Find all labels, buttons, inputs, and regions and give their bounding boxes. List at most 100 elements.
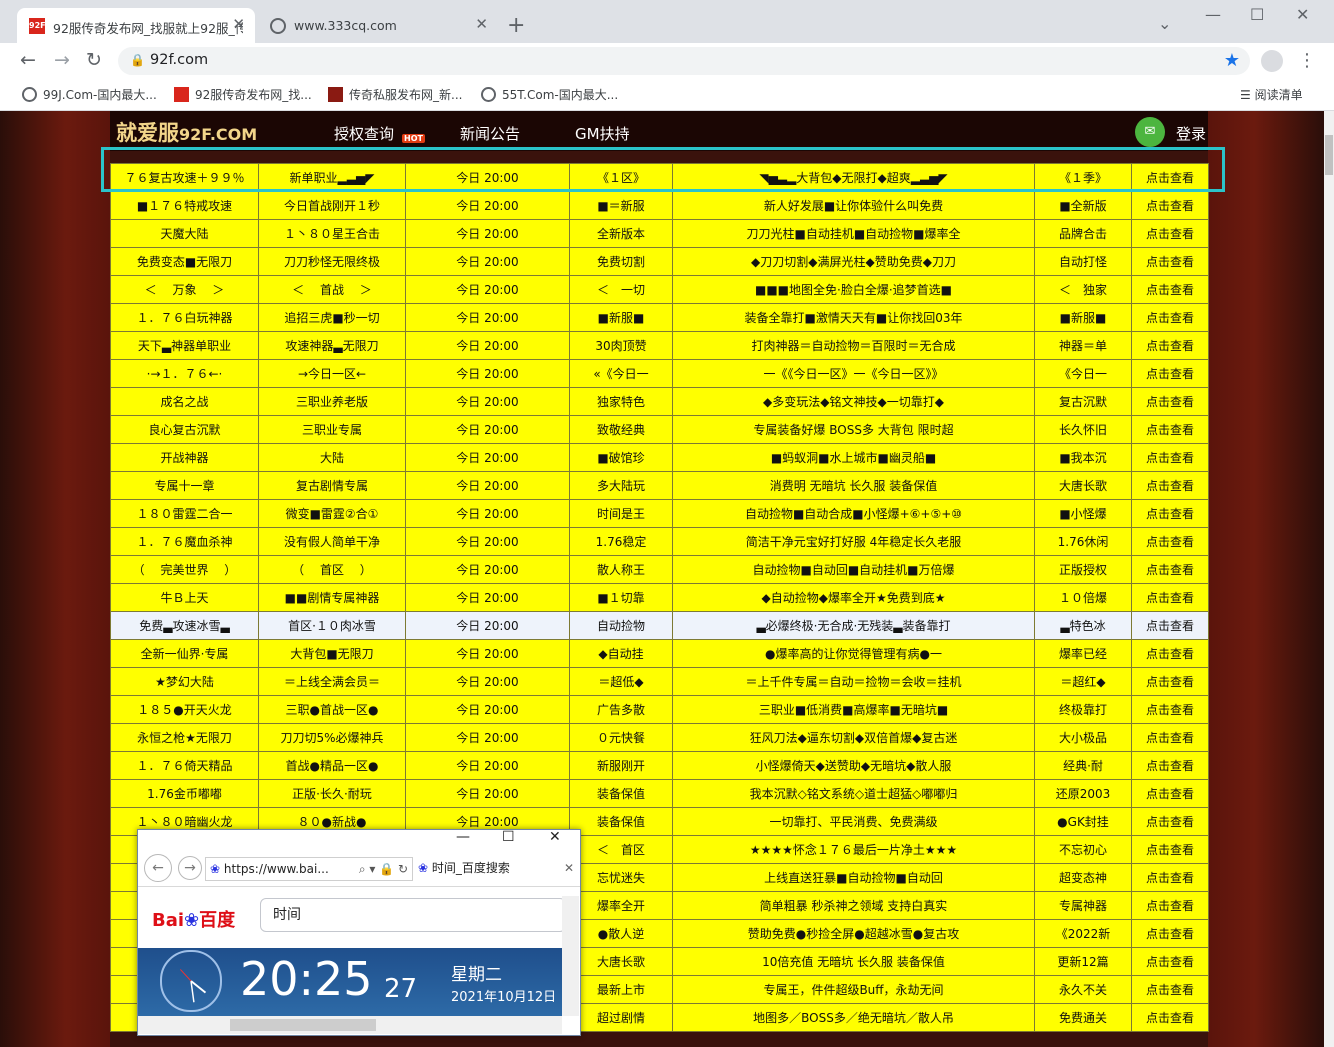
view-link[interactable]: 点击查看 (1131, 499, 1209, 528)
maximize-button[interactable]: ☐ (502, 829, 515, 845)
view-link[interactable]: 点击查看 (1131, 527, 1209, 556)
view-link[interactable]: 点击查看 (1131, 415, 1209, 444)
view-link[interactable]: 点击查看 (1131, 191, 1209, 220)
baidu-logo-left: Bai (152, 910, 185, 931)
view-link[interactable]: 点击查看 (1131, 667, 1209, 696)
view-link[interactable]: 点击查看 (1131, 919, 1209, 948)
view-link[interactable]: 点击查看 (1131, 863, 1209, 892)
nav-gm-support[interactable]: GM扶持 (575, 123, 630, 144)
view-link[interactable]: 点击查看 (1131, 611, 1209, 640)
ie-scrollbar-thumb[interactable] (230, 1019, 376, 1031)
view-link[interactable]: 点击查看 (1131, 331, 1209, 360)
view-link[interactable]: 点击查看 (1131, 639, 1209, 668)
open-time: 今日 20:00 (405, 751, 570, 780)
page-scrollbar[interactable] (1324, 111, 1334, 1047)
view-link[interactable]: 点击查看 (1131, 779, 1209, 808)
window-close-button[interactable]: ✕ (549, 829, 561, 845)
menu-kebab-icon[interactable]: ⋮ (1298, 50, 1316, 71)
view-link[interactable]: 点击查看 (1131, 443, 1209, 472)
tab-333cq[interactable]: www.333cq.com ✕ (258, 8, 498, 43)
back-arrow-icon[interactable]: ← (20, 49, 36, 71)
open-time: 今日 20:00 (405, 667, 570, 696)
view-link[interactable]: 点击查看 (1131, 807, 1209, 836)
tab-92f[interactable]: 92F 92服传奇发布网_找服就上92服_传奇 ✕ (17, 8, 255, 43)
server-slogan: 三职业养老版 (258, 387, 406, 416)
new-tab-button[interactable]: + (507, 13, 525, 38)
maximize-button[interactable]: ☐ (1250, 5, 1264, 24)
view-link[interactable]: 点击查看 (1131, 247, 1209, 276)
ie-vertical-scrollbar[interactable] (562, 896, 579, 1016)
window-close-button[interactable]: ✕ (1296, 5, 1309, 24)
logo-text: 就爱服 (116, 121, 179, 145)
baidu-search-input[interactable]: 时间 (260, 898, 566, 932)
server-zone: ＜ 一切 (569, 275, 673, 304)
view-link[interactable]: 点击查看 (1131, 723, 1209, 752)
nav-license-query[interactable]: 授权查询 (334, 123, 394, 144)
server-season: 神器＝单 (1034, 331, 1132, 360)
view-link[interactable]: 点击查看 (1131, 471, 1209, 500)
view-link[interactable]: 点击查看 (1131, 219, 1209, 248)
reading-list-button[interactable]: ☰ 阅读清单 (1240, 86, 1303, 103)
minimize-button[interactable]: — (456, 829, 470, 845)
forward-arrow-icon[interactable]: → (54, 49, 70, 71)
tab-label: www.333cq.com (294, 18, 397, 33)
reload-icon[interactable]: ↻ (86, 49, 102, 71)
bookmark-item[interactable]: 99J.Com-国内最大... (22, 86, 157, 103)
table-row: 专属十一章 复古剧情专属 今日 20:00 多大陆玩 消费明 无暗坑 长久服 装备保值大… (110, 471, 1209, 500)
view-link[interactable]: 点击查看 (1131, 359, 1209, 388)
view-link[interactable]: 点击查看 (1131, 387, 1209, 416)
server-name: ■１７６特戒攻速 (110, 191, 259, 220)
view-link[interactable]: 点击查看 (1131, 1003, 1209, 1032)
server-season: 免费通关 (1034, 1003, 1132, 1032)
view-link[interactable]: 点击查看 (1131, 947, 1209, 976)
view-link[interactable]: 点击查看 (1131, 275, 1209, 304)
ie-horizontal-scrollbar[interactable] (138, 1016, 562, 1034)
view-link[interactable]: 点击查看 (1131, 583, 1209, 612)
back-arrow-icon[interactable]: ← (144, 854, 172, 882)
search-icon[interactable]: ⌕ ▾ 🔒 ↻ (359, 858, 408, 880)
server-zone: «《今日一 (569, 359, 673, 388)
profile-avatar[interactable] (1261, 50, 1283, 72)
minimize-button[interactable]: — (1205, 5, 1221, 24)
view-link[interactable]: 点击查看 (1131, 555, 1209, 584)
time-widget: 20:25 27 星期二 2021年10月12日 (138, 948, 562, 1016)
server-season: 品牌合击 (1034, 219, 1132, 248)
page-scrollbar-thumb[interactable] (1325, 135, 1333, 175)
close-icon[interactable]: ✕ (475, 15, 488, 33)
server-features: 自动捡物■自动回■自动挂机■万倍爆 (672, 555, 1035, 584)
ie-address-bar[interactable]: ❀ https://www.bai... ⌕ ▾ 🔒 ↻ (205, 857, 413, 881)
bookmark-item[interactable]: 55T.Com-国内最大... (481, 86, 618, 103)
server-season: 《2022新 (1034, 919, 1132, 948)
view-link[interactable]: 点击查看 (1131, 835, 1209, 864)
view-link[interactable]: 点击查看 (1131, 891, 1209, 920)
login-link[interactable]: 登录 (1176, 123, 1206, 144)
forward-arrow-icon[interactable]: → (178, 856, 202, 880)
wechat-icon[interactable]: ✉ (1135, 117, 1165, 147)
bookmark-item[interactable]: 92服传奇发布网_找... (174, 86, 312, 103)
background-decoration (1208, 111, 1324, 1047)
bookmark-item[interactable]: 传奇私服发布网_新... (328, 86, 462, 103)
server-season: ＝超红◆ (1034, 667, 1132, 696)
address-bar[interactable]: 🔒 92f.com ★ (118, 47, 1250, 75)
open-time: 今日 20:00 (405, 499, 570, 528)
server-slogan: 没有假人简单干净 (258, 527, 406, 556)
tab-search-icon[interactable]: ⌄ (1158, 14, 1171, 33)
server-zone: 多大陆玩 (569, 471, 673, 500)
view-link[interactable]: 点击查看 (1131, 975, 1209, 1004)
server-features: 简单粗暴 秒杀神之领域 支持白真实 (672, 891, 1035, 920)
close-icon[interactable]: ✕ (232, 15, 245, 33)
server-slogan: 大背包■无限刀 (258, 639, 406, 668)
server-name: １．７６白玩神器 (110, 303, 259, 332)
view-link[interactable]: 点击查看 (1131, 303, 1209, 332)
server-zone: 全新版本 (569, 219, 673, 248)
nav-news[interactable]: 新闻公告 (460, 123, 520, 144)
bookmark-star-icon[interactable]: ★ (1224, 50, 1240, 71)
view-link[interactable]: 点击查看 (1131, 695, 1209, 724)
view-link[interactable]: 点击查看 (1131, 751, 1209, 780)
ie-tab[interactable]: ❀ 时间_百度搜索 ✕ (418, 857, 576, 879)
server-zone: 独家特色 (569, 387, 673, 416)
baidu-logo[interactable]: Bai❀百度 (152, 906, 235, 932)
server-name: 免费▃攻速冰雪▃ (110, 611, 259, 640)
close-icon[interactable]: ✕ (564, 857, 574, 879)
site-logo[interactable]: 就爱服92F.COM (116, 117, 257, 147)
